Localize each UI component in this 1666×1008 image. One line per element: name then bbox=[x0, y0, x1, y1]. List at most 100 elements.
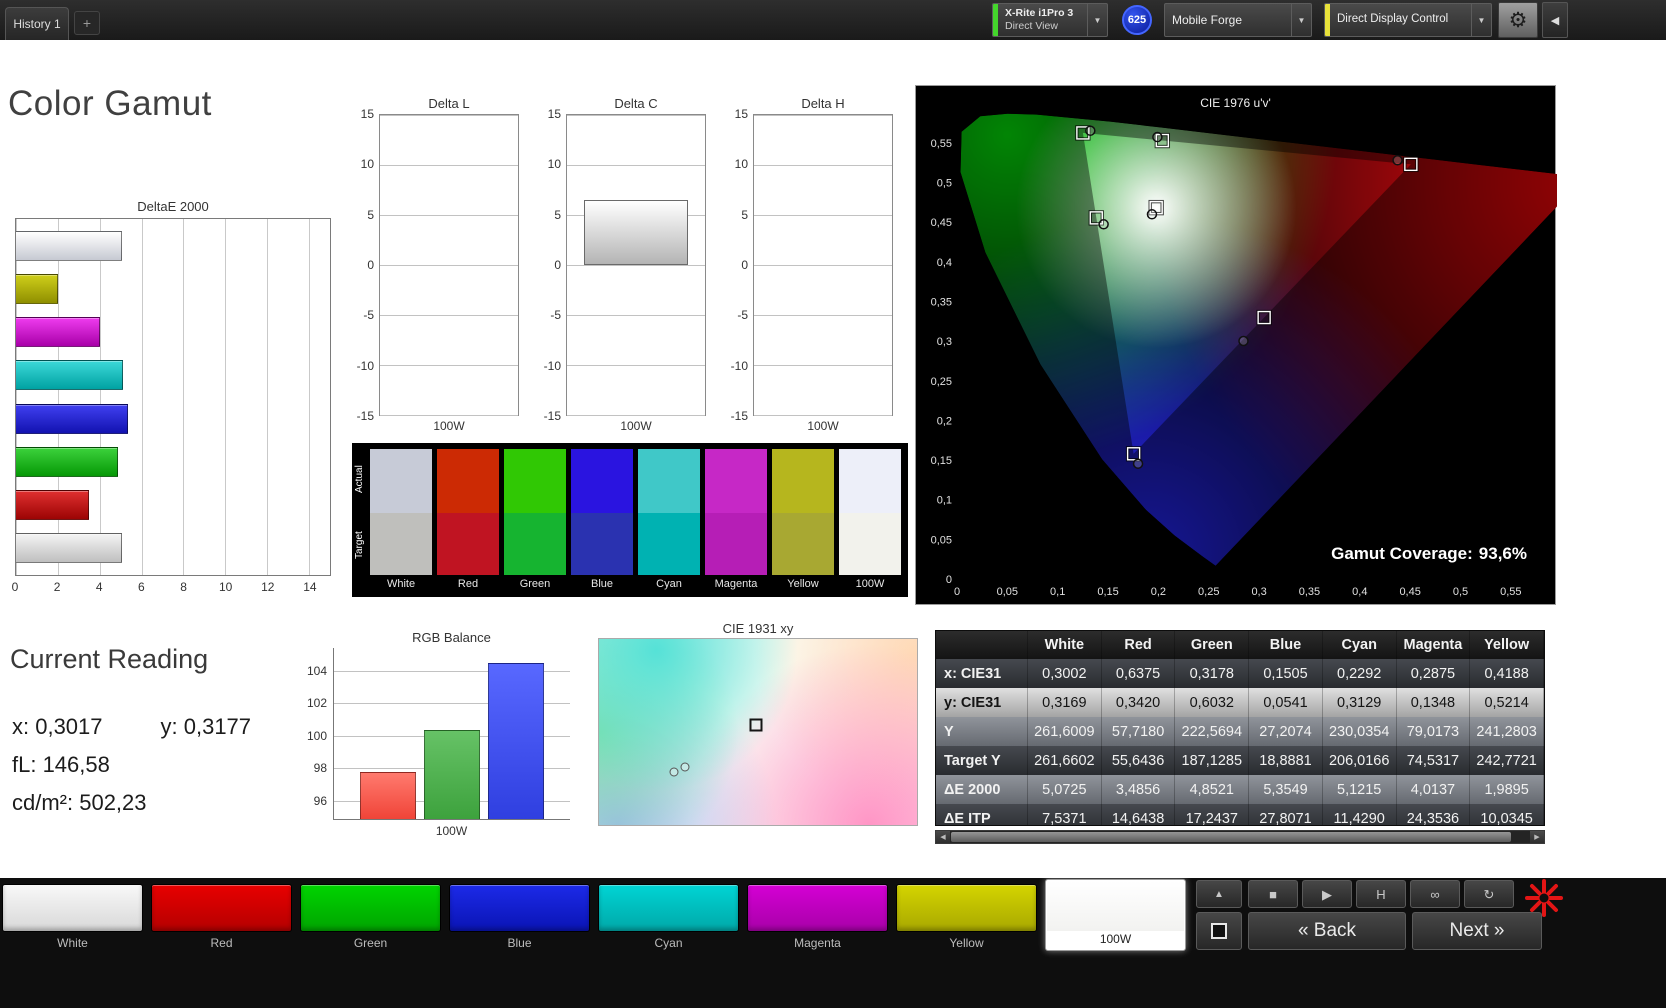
pause-button[interactable]: H bbox=[1356, 880, 1406, 908]
refresh-button[interactable]: ↻ bbox=[1464, 880, 1514, 908]
up-arrow-icon: ▲ bbox=[1214, 888, 1224, 900]
play-button[interactable]: ▶ bbox=[1302, 880, 1352, 908]
collapse-panel-button[interactable]: ◀ bbox=[1542, 2, 1568, 38]
alert-asterisk-icon[interactable] bbox=[1524, 878, 1564, 918]
axis-tick-label: 0 bbox=[11, 580, 19, 594]
row-label: ΔE ITP bbox=[936, 804, 1028, 825]
axis-tick-label: -10 bbox=[730, 358, 748, 373]
axis-tick-label: -5 bbox=[363, 308, 374, 323]
deltae-chart-title: DeltaE 2000 bbox=[137, 199, 209, 214]
delta-chart-delta-c: Delta C 15 10 5 0 -5 -10 -15 100W bbox=[530, 96, 706, 433]
axis-tick-label: 0 bbox=[554, 258, 561, 272]
pattern-button-red[interactable]: Red bbox=[151, 884, 292, 950]
table-value-cell: 1,9895 bbox=[1470, 775, 1544, 804]
scrollbar-thumb[interactable] bbox=[951, 832, 1511, 842]
gridline bbox=[754, 265, 892, 266]
swatch-label: Green bbox=[519, 578, 551, 590]
source-dropdown[interactable]: Mobile Forge ▼ bbox=[1164, 3, 1312, 37]
cie1931-plot bbox=[598, 638, 918, 826]
swatch-column-white: White bbox=[370, 449, 432, 590]
chevron-down-icon[interactable]: ▼ bbox=[1471, 4, 1491, 36]
svg-text:0,3: 0,3 bbox=[937, 336, 952, 348]
gridline bbox=[754, 415, 892, 416]
pattern-button-white[interactable]: White bbox=[2, 884, 143, 950]
swatch-column-cyan: Cyan bbox=[638, 449, 700, 590]
patch-color bbox=[896, 884, 1037, 932]
axis-tick-label: 100 bbox=[306, 728, 327, 743]
chevron-down-icon[interactable]: ▼ bbox=[1087, 4, 1107, 36]
pattern-button-100w[interactable]: 100W bbox=[1045, 879, 1186, 951]
table-value-cell: 27,8071 bbox=[1249, 804, 1323, 825]
pattern-button-cyan[interactable]: Cyan bbox=[598, 884, 739, 950]
pattern-button-yellow[interactable]: Yellow bbox=[896, 884, 1037, 950]
pattern-window-up-button[interactable]: ▲ bbox=[1196, 880, 1242, 908]
add-tab-button[interactable]: + bbox=[74, 11, 100, 35]
table-value-cell: 0,3169 bbox=[1028, 688, 1102, 717]
stop-icon: ■ bbox=[1269, 886, 1277, 902]
svg-text:0,55: 0,55 bbox=[931, 138, 952, 150]
loop-button[interactable]: ∞ bbox=[1410, 880, 1460, 908]
back-button[interactable]: « Back bbox=[1248, 912, 1406, 950]
cie1976-svg: 00 0,05 0,05 0,1 0,1 0,15 0,15 0,2 0,2 0,25 0,25 0,… bbox=[931, 113, 1557, 598]
axis-tick-label: 5 bbox=[367, 207, 374, 222]
patch-label: Yellow bbox=[949, 936, 984, 950]
table-value-cell: 0,1505 bbox=[1249, 659, 1323, 688]
table-value-cell: 222,5694 bbox=[1175, 717, 1250, 746]
rgb-bar-green bbox=[424, 730, 480, 819]
pattern-window-button[interactable] bbox=[1196, 912, 1242, 950]
axis-tick-label: 14 bbox=[303, 580, 317, 594]
table-value-cell: 24,3536 bbox=[1397, 804, 1471, 825]
stop-button[interactable]: ■ bbox=[1248, 880, 1298, 908]
table-value-cell: 0,2292 bbox=[1323, 659, 1397, 688]
svg-text:0,05: 0,05 bbox=[997, 586, 1018, 598]
axis-tick-label: 15 bbox=[734, 107, 748, 121]
tab-history[interactable]: History 1 bbox=[5, 7, 69, 40]
axis-tick-label: 5 bbox=[741, 207, 748, 222]
ddc-name: Direct Display Control bbox=[1337, 13, 1449, 26]
reading-y: y: 0,3177 bbox=[160, 714, 252, 739]
gridline bbox=[567, 115, 705, 116]
axis-tick-label: 15 bbox=[547, 107, 561, 121]
row-label: y: CIE31 bbox=[936, 688, 1028, 717]
deltae-bars bbox=[16, 219, 330, 575]
pattern-button-green[interactable]: Green bbox=[300, 884, 441, 950]
swatch-actual bbox=[437, 449, 499, 513]
patch-label: Blue bbox=[507, 936, 532, 950]
chevron-down-icon[interactable]: ▼ bbox=[1291, 4, 1311, 36]
loop-icon: ∞ bbox=[1430, 886, 1440, 902]
scroll-right-icon[interactable]: ▶ bbox=[1530, 831, 1544, 843]
axis-tick-label: 10 bbox=[734, 157, 748, 172]
settings-button[interactable]: ⚙ bbox=[1498, 2, 1538, 38]
display-control-dropdown[interactable]: Direct Display Control ▼ bbox=[1324, 3, 1492, 37]
swatch-column-magenta: Magenta bbox=[705, 449, 767, 590]
cie1931-title: CIE 1931 xy bbox=[722, 621, 794, 636]
patch-color bbox=[449, 884, 590, 932]
axis-tick-label: 4 bbox=[95, 580, 103, 594]
table-row: ΔE 2000 5,0725 3,4856 4,8521 5,3549 5,1215 4,0… bbox=[936, 775, 1544, 804]
meter-dropdown[interactable]: X-Rite i1Pro 3 Direct View ▼ bbox=[992, 3, 1108, 37]
swatch-panel: Actual Target White Red Green Blue Cyan Magen… bbox=[352, 443, 908, 597]
gridline bbox=[567, 365, 705, 366]
pattern-button-blue[interactable]: Blue bbox=[449, 884, 590, 950]
swatch-actual bbox=[504, 449, 566, 513]
cie1976-title: CIE 1976 u'v' bbox=[1200, 96, 1271, 110]
window-square-icon bbox=[1211, 923, 1227, 939]
swatch-target bbox=[437, 513, 499, 575]
table-row: ΔE ITP 7,5371 14,6438 17,2437 27,8071 11,4290… bbox=[936, 804, 1544, 825]
gridline bbox=[754, 365, 892, 366]
rgb-plot bbox=[333, 648, 570, 820]
table-value-cell: 0,3420 bbox=[1102, 688, 1176, 717]
reading-fl: fL: 146,58 bbox=[12, 752, 110, 777]
next-button[interactable]: Next » bbox=[1412, 912, 1542, 950]
axis-tick-label: 6 bbox=[138, 580, 145, 594]
deltae-bar-blue bbox=[16, 403, 128, 434]
patch-label: White bbox=[57, 936, 88, 950]
table-header-cell: Magenta bbox=[1397, 631, 1471, 659]
table-value-cell: 0,4188 bbox=[1470, 659, 1544, 688]
axis-tick-label: -5 bbox=[550, 308, 561, 323]
axis-tick-label: 5 bbox=[554, 207, 561, 222]
table-scrollbar[interactable]: ◀ ▶ bbox=[935, 830, 1545, 844]
pattern-button-magenta[interactable]: Magenta bbox=[747, 884, 888, 950]
scroll-left-icon[interactable]: ◀ bbox=[936, 831, 950, 843]
deltae-bar-red bbox=[16, 490, 90, 521]
